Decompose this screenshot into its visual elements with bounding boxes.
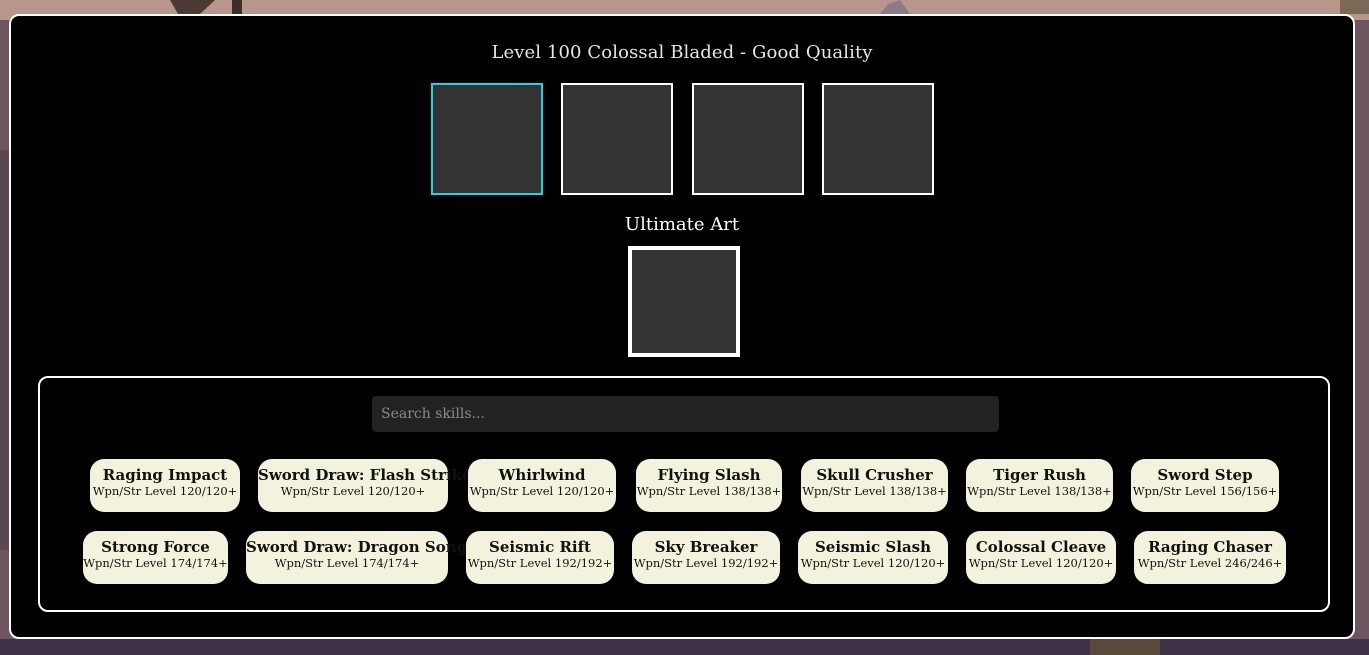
weapon-title: Level 100 Colossal Bladed - Good Quality [491, 42, 873, 63]
skill-chip[interactable]: Sword Draw: Flash Strike Wpn/Str Level 1… [258, 459, 472, 512]
skill-name: Colossal Cleave [975, 538, 1107, 556]
skill-requirement: Wpn/Str Level 138/138+ [967, 484, 1112, 498]
skill-name: Strong Force [101, 538, 210, 556]
search-input[interactable] [372, 396, 999, 432]
skill-name: Seismic Rift [489, 538, 591, 556]
skill-chip[interactable]: Sky Breaker Wpn/Str Level 192/192+ [632, 531, 780, 584]
skill-name: Raging Chaser [1148, 538, 1272, 556]
ultimate-art-slot[interactable] [628, 246, 740, 357]
skill-requirement: Wpn/Str Level 120/120+ [800, 556, 946, 570]
skill-requirement: Wpn/Str Level 246/246+ [1137, 556, 1283, 570]
skill-name: Whirlwind [498, 466, 586, 484]
skill-requirement: Wpn/Str Level 192/192+ [633, 556, 779, 570]
skill-chip[interactable]: Strong Force Wpn/Str Level 174/174+ [83, 531, 228, 584]
skill-name: Sword Draw: Dragon Song [246, 538, 468, 556]
skill-name: Flying Slash [657, 466, 761, 484]
skill-name: Sky Breaker [654, 538, 758, 556]
skill-slot-2[interactable] [561, 83, 673, 195]
skill-slot-1[interactable] [431, 83, 543, 195]
skill-requirement: Wpn/Str Level 120/120+ [469, 484, 615, 498]
ultimate-art-label: Ultimate Art [624, 214, 740, 235]
skill-chip[interactable]: Flying Slash Wpn/Str Level 138/138+ [636, 459, 782, 512]
skill-chip[interactable]: Whirlwind Wpn/Str Level 120/120+ [468, 459, 616, 512]
skill-slot-3[interactable] [692, 83, 804, 195]
skill-chip[interactable]: Skull Crusher Wpn/Str Level 138/138+ [801, 459, 948, 512]
skill-name: Raging Impact [102, 466, 228, 484]
skill-requirement: Wpn/Str Level 120/120+ [280, 484, 426, 498]
skill-requirement: Wpn/Str Level 138/138+ [636, 484, 782, 498]
skill-name: Sword Step [1157, 466, 1253, 484]
skill-chip[interactable]: Tiger Rush Wpn/Str Level 138/138+ [966, 459, 1113, 512]
skill-name: Sword Draw: Flash Strike [258, 466, 472, 484]
skill-chip[interactable]: Sword Draw: Dragon Song Wpn/Str Level 17… [246, 531, 468, 584]
skill-requirement: Wpn/Str Level 192/192+ [467, 556, 613, 570]
skill-chip[interactable]: Seismic Rift Wpn/Str Level 192/192+ [466, 531, 614, 584]
skills-browser: Raging Impact Wpn/Str Level 120/120+ Swo… [38, 376, 1330, 612]
skill-chip[interactable]: Raging Chaser Wpn/Str Level 246/246+ [1134, 531, 1286, 584]
skill-name: Seismic Slash [814, 538, 932, 556]
skill-chip[interactable]: Seismic Slash Wpn/Str Level 120/120+ [798, 531, 948, 584]
skill-loadout-panel: Level 100 Colossal Bladed - Good Quality… [9, 14, 1355, 639]
skill-name: Skull Crusher [816, 466, 933, 484]
skill-requirement: Wpn/Str Level 120/120+ [968, 556, 1114, 570]
skill-chip[interactable]: Colossal Cleave Wpn/Str Level 120/120+ [966, 531, 1116, 584]
skill-slot-4[interactable] [822, 83, 934, 195]
skill-requirement: Wpn/Str Level 174/174+ [83, 556, 228, 570]
skill-requirement: Wpn/Str Level 120/120+ [92, 484, 238, 498]
skill-requirement: Wpn/Str Level 174/174+ [274, 556, 420, 570]
skill-chip[interactable]: Raging Impact Wpn/Str Level 120/120+ [90, 459, 240, 512]
skill-requirement: Wpn/Str Level 138/138+ [802, 484, 947, 498]
skill-chip[interactable]: Sword Step Wpn/Str Level 156/156+ [1131, 459, 1279, 512]
skill-name: Tiger Rush [993, 466, 1086, 484]
skill-requirement: Wpn/Str Level 156/156+ [1132, 484, 1278, 498]
